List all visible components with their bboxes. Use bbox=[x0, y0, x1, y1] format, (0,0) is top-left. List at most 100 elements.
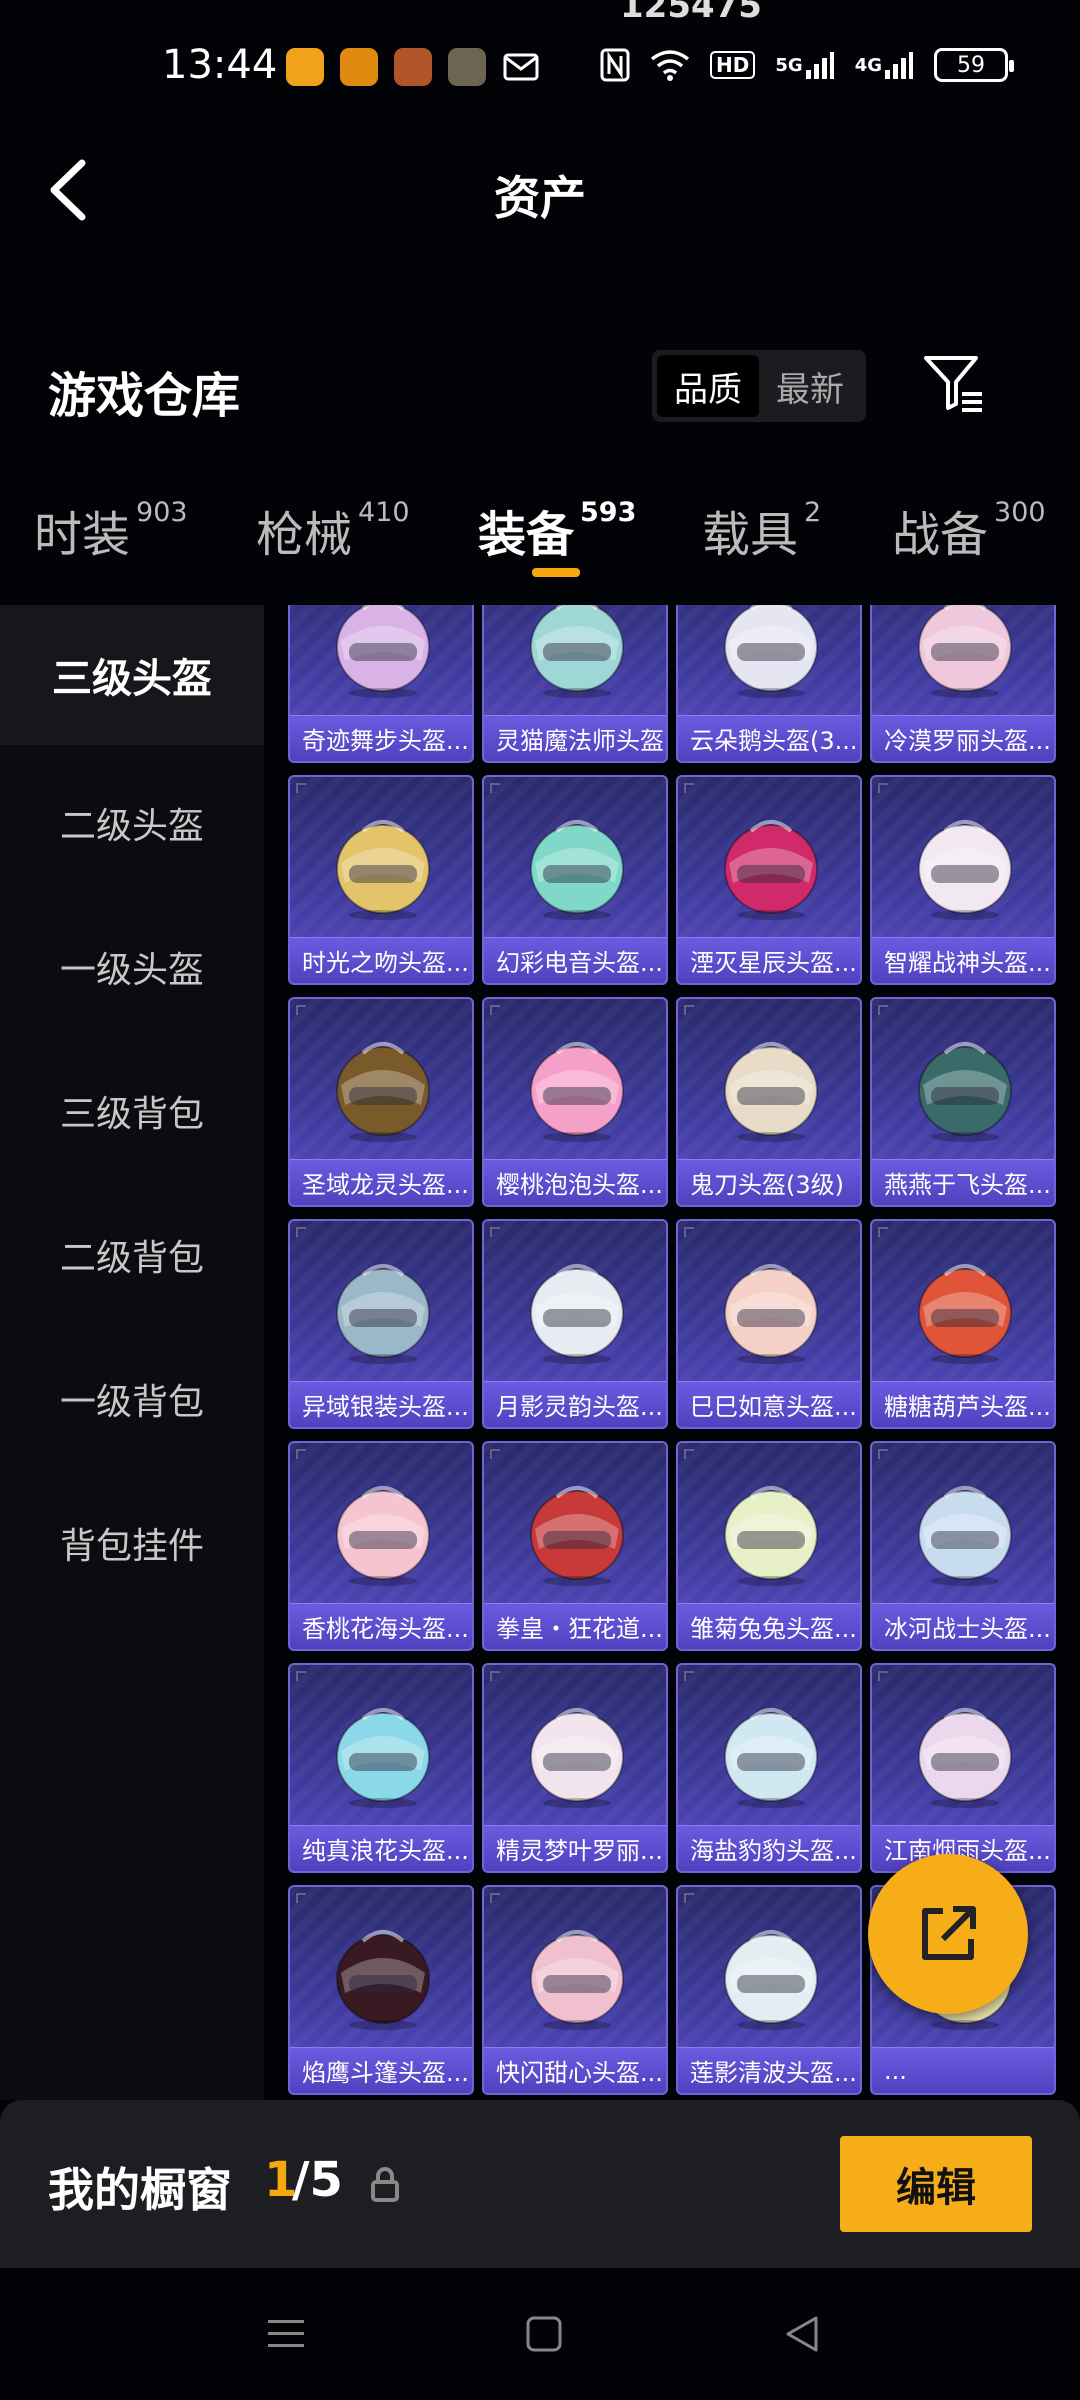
item-card[interactable]: 幻彩电音头盔... bbox=[482, 775, 668, 985]
item-card[interactable]: 奇迹舞步头盔... bbox=[288, 605, 474, 763]
tab-label: 枪械 bbox=[256, 507, 353, 563]
item-name: 冰河战士头盔... bbox=[872, 1603, 1054, 1649]
helmet-icon bbox=[711, 1025, 831, 1145]
item-name: 樱桃泡泡头盔... bbox=[484, 1159, 666, 1205]
sort-option-quality[interactable]: 品质 bbox=[657, 355, 759, 417]
item-name: 糖糖葫芦头盔... bbox=[872, 1381, 1054, 1427]
item-card[interactable]: 精灵梦叶罗丽... bbox=[482, 1663, 668, 1873]
sidebar-item-level3-helmet[interactable]: 三级头盔 bbox=[0, 605, 264, 745]
item-card[interactable]: 快闪甜心头盔... bbox=[482, 1885, 668, 2095]
helmet-icon bbox=[517, 1469, 637, 1589]
card-corner-mark bbox=[490, 1227, 500, 1237]
tab-fashion[interactable]: 时装 903 bbox=[34, 495, 188, 565]
sidebar-item-level2-helmet[interactable]: 二级头盔 bbox=[0, 753, 264, 893]
card-corner-mark bbox=[878, 1449, 888, 1459]
app-icon-3 bbox=[394, 48, 432, 86]
item-card[interactable]: 灵猫魔法师头盔... bbox=[482, 605, 668, 763]
status-indicators: HD 5G 4G 59 bbox=[600, 48, 1014, 82]
sidebar-item-level3-backpack[interactable]: 三级背包 bbox=[0, 1041, 264, 1181]
back-triangle-icon[interactable] bbox=[778, 2310, 826, 2358]
card-corner-mark bbox=[296, 1893, 306, 1903]
item-name: 幻彩电音头盔... bbox=[484, 937, 666, 983]
tab-vehicles[interactable]: 载具 2 bbox=[702, 495, 821, 565]
helmet-icon bbox=[517, 1691, 637, 1811]
item-card[interactable]: 冷漠罗丽头盔... bbox=[870, 605, 1056, 763]
helmet-icon bbox=[517, 605, 637, 701]
item-card[interactable]: 巳巳如意头盔... bbox=[676, 1219, 862, 1429]
item-name: 燕燕于飞头盔... bbox=[872, 1159, 1054, 1205]
sidebar-item-level2-backpack[interactable]: 二级背包 bbox=[0, 1185, 264, 1325]
card-corner-mark bbox=[684, 1671, 694, 1681]
helmet-icon bbox=[905, 605, 1025, 701]
item-card[interactable]: 湮灭星辰头盔... bbox=[676, 775, 862, 985]
subcategory-sidebar: 三级头盔 二级头盔 一级头盔 三级背包 二级背包 一级背包 背包挂件 bbox=[0, 605, 264, 2100]
tab-supplies[interactable]: 战备 300 bbox=[892, 495, 1046, 565]
item-card[interactable]: 拳皇・狂花道... bbox=[482, 1441, 668, 1651]
item-card[interactable]: 圣域龙灵头盔... bbox=[288, 997, 474, 1207]
item-card[interactable]: 香桃花海头盔... bbox=[288, 1441, 474, 1651]
item-card[interactable]: 冰河战士头盔... bbox=[870, 1441, 1056, 1651]
sidebar-item-backpack-pendant[interactable]: 背包挂件 bbox=[0, 1473, 264, 1613]
share-fab-button[interactable] bbox=[868, 1854, 1028, 2014]
item-card[interactable]: 糖糖葫芦头盔... bbox=[870, 1219, 1056, 1429]
active-tab-indicator bbox=[532, 568, 580, 577]
item-card[interactable]: 鬼刀头盔(3级) bbox=[676, 997, 862, 1207]
helmet-icon bbox=[905, 1247, 1025, 1367]
status-time: 13:44 bbox=[162, 42, 278, 88]
category-tabs: 时装 903 枪械 410 装备 593 载具 2 战备 300 bbox=[0, 495, 1080, 575]
item-card[interactable]: 智耀战神头盔... bbox=[870, 775, 1056, 985]
item-card[interactable]: 异域银装头盔... bbox=[288, 1219, 474, 1429]
item-name: 海盐豹豹头盔... bbox=[678, 1825, 860, 1871]
filter-button[interactable] bbox=[922, 352, 986, 416]
helmet-icon bbox=[323, 803, 443, 923]
showcase-label: 我的橱窗 bbox=[48, 2163, 232, 2217]
item-card[interactable]: 云朵鹅头盔(3... bbox=[676, 605, 862, 763]
menu-icon[interactable] bbox=[262, 2310, 310, 2358]
item-name: 月影灵韵头盔... bbox=[484, 1381, 666, 1427]
tab-label: 载具 bbox=[702, 507, 799, 563]
tab-weapons[interactable]: 枪械 410 bbox=[256, 495, 410, 565]
card-corner-mark bbox=[878, 783, 888, 793]
helmet-icon bbox=[711, 1469, 831, 1589]
item-card[interactable]: 纯真浪花头盔... bbox=[288, 1663, 474, 1873]
helmet-icon bbox=[711, 1691, 831, 1811]
sort-option-newest[interactable]: 最新 bbox=[759, 355, 861, 417]
card-corner-mark bbox=[296, 1449, 306, 1459]
card-corner-mark bbox=[684, 1005, 694, 1015]
tab-equipment[interactable]: 装备 593 bbox=[478, 495, 636, 565]
tab-count: 2 bbox=[804, 497, 822, 528]
helmet-icon bbox=[517, 803, 637, 923]
item-name: 纯真浪花头盔... bbox=[290, 1825, 472, 1871]
item-card[interactable]: 海盐豹豹头盔... bbox=[676, 1663, 862, 1873]
item-name: 云朵鹅头盔(3... bbox=[678, 715, 860, 761]
item-card[interactable]: 江南烟雨头盔... bbox=[870, 1663, 1056, 1873]
helmet-icon bbox=[905, 1691, 1025, 1811]
tab-label: 战备 bbox=[892, 507, 989, 563]
card-corner-mark bbox=[490, 1893, 500, 1903]
item-card[interactable]: 燕燕于飞头盔... bbox=[870, 997, 1056, 1207]
sidebar-item-level1-backpack[interactable]: 一级背包 bbox=[0, 1329, 264, 1469]
helmet-icon bbox=[323, 1247, 443, 1367]
sidebar-item-level1-helmet[interactable]: 一级头盔 bbox=[0, 897, 264, 1037]
edit-button[interactable]: 编辑 bbox=[840, 2136, 1032, 2232]
item-name: 焰鹰斗篷头盔... bbox=[290, 2047, 472, 2093]
item-card[interactable]: 时光之吻头盔... bbox=[288, 775, 474, 985]
helmet-icon bbox=[711, 803, 831, 923]
item-card[interactable]: 月影灵韵头盔... bbox=[482, 1219, 668, 1429]
card-corner-mark bbox=[296, 1227, 306, 1237]
home-icon[interactable] bbox=[520, 2310, 568, 2358]
helmet-icon bbox=[517, 1247, 637, 1367]
item-card[interactable]: 樱桃泡泡头盔... bbox=[482, 997, 668, 1207]
item-card[interactable]: 焰鹰斗篷头盔... bbox=[288, 1885, 474, 2095]
item-name: 冷漠罗丽头盔... bbox=[872, 715, 1054, 761]
card-corner-mark bbox=[490, 1449, 500, 1459]
wifi-icon bbox=[650, 49, 690, 81]
card-corner-mark bbox=[684, 1893, 694, 1903]
helmet-icon bbox=[323, 1469, 443, 1589]
item-name: ... bbox=[872, 2047, 1054, 2093]
item-name: 精灵梦叶罗丽... bbox=[484, 1825, 666, 1871]
tab-count: 300 bbox=[994, 497, 1046, 528]
item-name: 快闪甜心头盔... bbox=[484, 2047, 666, 2093]
item-card[interactable]: 雏菊兔兔头盔... bbox=[676, 1441, 862, 1651]
item-card[interactable]: 莲影清波头盔... bbox=[676, 1885, 862, 2095]
